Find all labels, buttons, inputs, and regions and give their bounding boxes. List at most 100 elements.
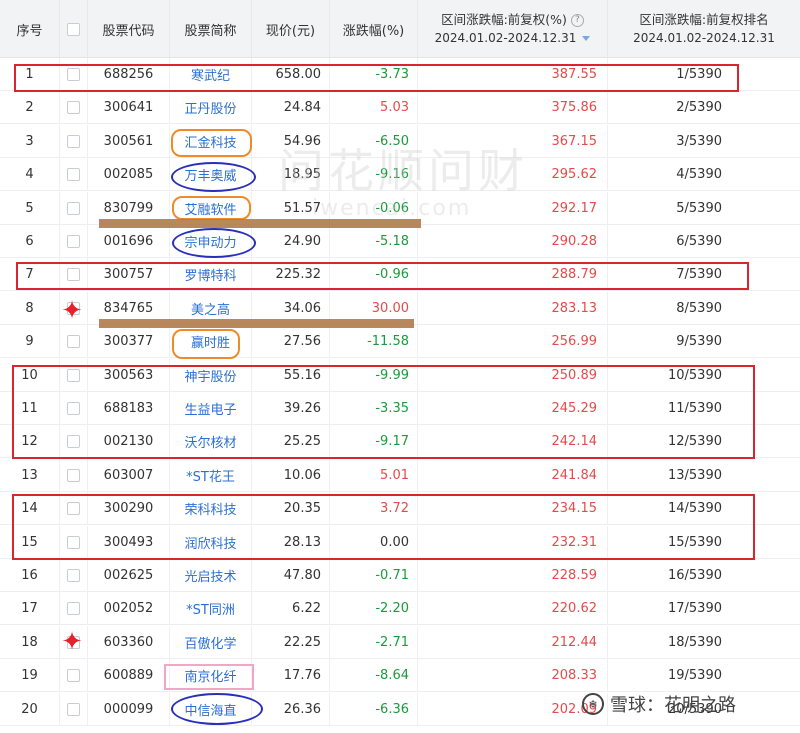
table-row[interactable]: 13 603007 *ST花王 10.06 5.01 241.84 13/5390 [0,458,800,492]
row-checkbox[interactable] [67,268,80,282]
row-checkbox[interactable] [67,402,80,415]
header-code[interactable]: 股票代码 [88,0,170,58]
stock-name-link[interactable]: 万丰奥威 [170,158,252,192]
stock-name-link[interactable]: 润欣科技 [170,525,252,559]
stock-name-link[interactable]: 罗博特科 [170,258,252,292]
stock-name-link[interactable]: 光启技术 [170,559,252,592]
row-checkbox[interactable] [67,201,80,215]
table-row[interactable]: 14 300290 荣科科技 20.35 3.72 234.15 14/5390 [0,492,800,526]
range-rank: 4/5390 [676,167,722,183]
table-row[interactable]: 17 002052 *ST同洲 6.22 -2.20 220.62 17/5390 [0,592,800,626]
table-row[interactable]: 15 300493 润欣科技 28.13 0.00 232.31 15/5390 [0,525,800,559]
table-row[interactable]: 8 834765 美之高 34.06 30.00 283.13 8/5390 [0,291,800,325]
row-checkbox[interactable] [67,602,80,616]
stock-name-link[interactable]: 中信海直 [170,692,252,726]
row-select[interactable] [60,525,88,559]
stock-name-link[interactable]: 美之高 [170,291,252,325]
stock-name-link[interactable]: 南京化纤 [170,659,252,693]
table-row[interactable]: 16 002625 光启技术 47.80 -0.71 228.59 16/5390 [0,559,800,592]
stock-name-link[interactable]: *ST同洲 [170,592,252,626]
row-checkbox[interactable] [67,535,80,549]
stock-price: 6.22 [252,592,330,626]
row-select[interactable] [60,91,88,125]
row-select[interactable] [60,692,88,726]
table-row[interactable]: 6 001696 宗申动力 24.90 -5.18 290.28 6/5390 [0,225,800,258]
stock-name-link[interactable]: 宗申动力 [170,225,252,258]
range-change: 212.44 [418,625,608,659]
row-select[interactable] [60,225,88,258]
row-checkbox[interactable] [67,168,80,182]
row-select[interactable] [60,458,88,492]
stock-name-link[interactable]: 生益电子 [170,392,252,425]
stock-name-link[interactable]: *ST花王 [170,458,252,492]
table-row[interactable]: 1 688256 寒武纪 658.00 -3.73 387.55 1/5390 [0,58,800,91]
table-row[interactable]: 18 603360 百傲化学 22.25 -2.71 212.44 18/5390 [0,625,800,659]
stock-name-link[interactable]: 沃尔核材 [170,425,252,459]
table-row[interactable]: 7 300757 罗博特科 225.32 -0.96 288.79 7/5390 [0,258,800,292]
header-range-rank[interactable]: 区间涨跌幅:前复权排名 2024.01.02-2024.12.31 [608,0,800,58]
sort-desc-icon[interactable] [582,35,591,41]
row-select[interactable] [60,625,88,659]
range-rank: 14/5390 [667,501,722,517]
stock-name-link[interactable]: 赢时胜 [170,325,252,359]
row-select[interactable] [60,325,88,359]
row-checkbox[interactable] [67,68,80,81]
row-select[interactable] [60,592,88,626]
row-checkbox[interactable] [67,569,80,582]
header-range-change[interactable]: 区间涨跌幅:前复权(%)? 2024.01.02-2024.12.31 [418,0,608,58]
header-name[interactable]: 股票简称 [170,0,252,58]
row-checkbox[interactable] [67,635,80,649]
row-select[interactable] [60,392,88,425]
table-row[interactable]: 4 002085 万丰奥威 18.95 -9.16 295.62 4/5390 [0,158,800,192]
header-price[interactable]: 现价(元) [252,0,330,58]
row-select[interactable] [60,258,88,292]
select-all-checkbox[interactable] [67,22,80,36]
stock-name-link[interactable]: 荣科科技 [170,492,252,526]
table-row[interactable]: 19 600889 南京化纤 17.76 -8.64 208.33 19/5390 [0,659,800,693]
stock-change: -2.20 [330,592,418,626]
help-icon[interactable]: ? [570,13,584,27]
row-checkbox[interactable] [67,702,80,716]
stock-name-link[interactable]: 神宇股份 [170,358,252,392]
row-checkbox[interactable] [67,335,80,349]
row-select[interactable] [60,58,88,91]
row-select[interactable] [60,358,88,392]
range-rank: 2/5390 [676,100,722,116]
row-select[interactable] [60,492,88,526]
table-row[interactable]: 9 300377 赢时胜 27.56 -11.58 256.99 9/5390 [0,325,800,359]
table-row[interactable]: 2 300641 正丹股份 24.84 5.03 375.86 2/5390 [0,91,800,125]
stock-name-link[interactable]: 寒武纪 [170,58,252,91]
row-checkbox[interactable] [67,468,80,482]
row-select[interactable] [60,659,88,693]
row-select[interactable] [60,559,88,592]
row-checkbox[interactable] [67,101,80,115]
range-rank: 20/5390 [667,701,722,717]
stock-name-link[interactable]: 百傲化学 [170,625,252,659]
header-change[interactable]: 涨跌幅(%) [330,0,418,58]
range-change: 250.89 [418,358,608,392]
stock-name-link[interactable]: 正丹股份 [170,91,252,125]
stock-name-link[interactable]: 汇金科技 [170,124,252,158]
table-row[interactable]: 12 002130 沃尔核材 25.25 -9.17 242.14 12/5390 [0,425,800,459]
row-select[interactable] [60,158,88,192]
row-select[interactable] [60,291,88,325]
header-select-all[interactable] [60,0,88,58]
row-checkbox[interactable] [67,368,80,382]
row-checkbox[interactable] [67,301,80,315]
table-row[interactable]: 3 300561 汇金科技 54.96 -6.50 367.15 3/5390 [0,124,800,158]
row-checkbox[interactable] [67,669,80,683]
row-checkbox[interactable] [67,502,80,516]
table-row[interactable]: 5 830799 艾融软件 51.57 -0.06 292.17 5/5390 [0,191,800,225]
stock-name-link[interactable]: 艾融软件 [170,191,252,225]
row-select[interactable] [60,425,88,459]
row-select[interactable] [60,124,88,158]
table-row[interactable]: 20 000099 中信海直 26.36 -6.36 202.09 20/5390 [0,692,800,726]
table-row[interactable]: 11 688183 生益电子 39.26 -3.35 245.29 11/5390 [0,392,800,425]
table-row[interactable]: 10 300563 神宇股份 55.16 -9.99 250.89 10/5390 [0,358,800,392]
row-select[interactable] [60,191,88,225]
table-header: 序号 股票代码 股票简称 现价(元) 涨跌幅(%) 区间涨跌幅:前复权(%)? … [0,0,800,58]
row-checkbox[interactable] [67,235,80,248]
header-index[interactable]: 序号 [0,0,60,58]
row-checkbox[interactable] [67,134,80,148]
row-checkbox[interactable] [67,435,80,449]
